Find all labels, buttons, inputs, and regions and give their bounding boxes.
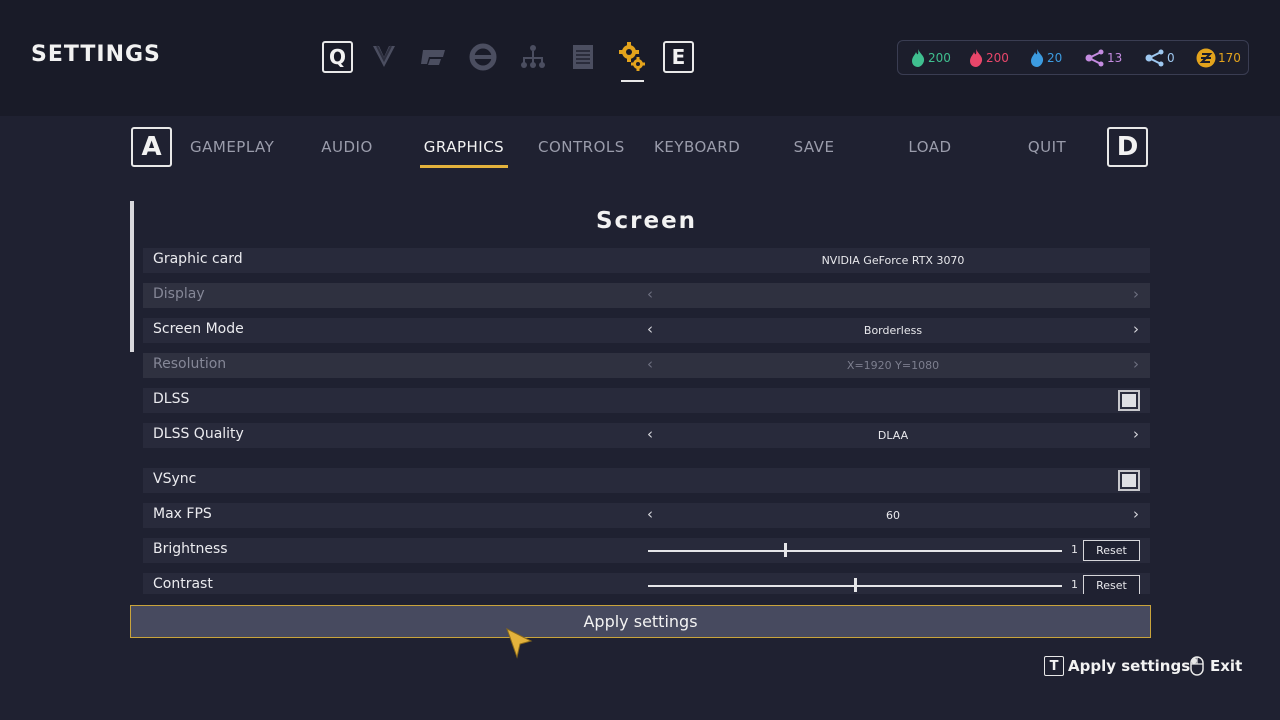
apply-settings-button[interactable]: Apply settings — [130, 605, 1151, 638]
tree-icon[interactable] — [519, 41, 547, 73]
next-tab-key[interactable]: D — [1107, 127, 1148, 167]
exit-hint[interactable]: Exit — [1190, 656, 1242, 676]
resource-purple-share: 13 — [1085, 49, 1122, 67]
active-tab-underline — [420, 165, 508, 168]
setting-label: Contrast — [153, 576, 213, 592]
chevron-right-icon[interactable]: › — [1129, 505, 1143, 523]
setting-value: DLAA — [877, 429, 909, 442]
setting-row-dlss[interactable]: DLSS — [143, 388, 1150, 413]
exit-hint-label: Exit — [1210, 657, 1243, 675]
cursor-icon — [505, 627, 533, 663]
resource-green-flame: 200 — [910, 49, 951, 67]
setting-label: Max FPS — [153, 506, 212, 522]
page-title: SETTINGS — [31, 42, 161, 67]
setting-label: Graphic card — [153, 251, 243, 267]
setting-row-dlss-quality[interactable]: DLSS Quality ‹ DLAA › — [143, 423, 1150, 448]
chevron-left-icon[interactable]: ‹ — [643, 505, 657, 523]
setting-value: 60 — [886, 509, 900, 522]
cube-icon[interactable] — [419, 41, 447, 73]
chevron-right-icon[interactable]: › — [1129, 425, 1143, 443]
slider-value: 1 — [1071, 543, 1078, 556]
prev-tab-key[interactable]: A — [131, 127, 172, 167]
document-icon[interactable] — [569, 41, 597, 73]
setting-row-max-fps[interactable]: Max FPS ‹ 60 › — [143, 503, 1150, 528]
ring-icon[interactable] — [469, 41, 497, 73]
chevron-left-icon: ‹ — [647, 285, 653, 303]
setting-row-contrast[interactable]: Contrast 1 Reset — [143, 573, 1150, 594]
resource-panel: 200 200 20 13 0 170 — [897, 40, 1249, 75]
active-nav-underline — [621, 80, 644, 82]
slider-value: 1 — [1071, 578, 1078, 591]
reset-button[interactable]: Reset — [1083, 540, 1140, 561]
tab-graphics[interactable]: GRAPHICS — [420, 138, 508, 156]
resource-red-flame: 200 — [968, 49, 1009, 67]
setting-value: Borderless — [863, 324, 923, 337]
setting-row-graphic-card: Graphic card NVIDIA GeForce RTX 3070 — [143, 248, 1150, 273]
apply-key: T — [1044, 656, 1064, 676]
setting-value: X=1920 Y=1080 — [846, 359, 940, 372]
setting-row-screen-mode[interactable]: Screen Mode ‹ Borderless › — [143, 318, 1150, 343]
tab-controls[interactable]: CONTROLS — [538, 138, 624, 156]
next-menu-key[interactable]: E — [663, 41, 694, 73]
reset-button[interactable]: Reset — [1083, 575, 1140, 594]
resource-gold-coin: 170 — [1196, 48, 1241, 68]
setting-row-vsync[interactable]: VSync — [143, 468, 1150, 493]
setting-label: Screen Mode — [153, 321, 244, 337]
resource-blue-flame: 20 — [1029, 49, 1062, 67]
tab-keyboard[interactable]: KEYBOARD — [654, 138, 740, 156]
setting-label: DLSS Quality — [153, 426, 244, 442]
brightness-slider-handle[interactable] — [783, 543, 787, 557]
setting-label: Brightness — [153, 541, 228, 557]
tab-gameplay[interactable]: GAMEPLAY — [190, 138, 274, 156]
chevron-right-icon: › — [1133, 285, 1139, 303]
setting-value: NVIDIA GeForce RTX 3070 — [821, 254, 965, 267]
chevron-down-icon[interactable] — [370, 41, 398, 73]
setting-label: Resolution — [153, 356, 227, 372]
resource-blue-share: 0 — [1145, 49, 1175, 67]
setting-row-resolution: Resolution ‹ X=1920 Y=1080 › — [143, 353, 1150, 378]
purple-share-icon — [1085, 49, 1104, 67]
mouse-icon — [1190, 656, 1204, 676]
blue-flame-icon — [1031, 49, 1044, 67]
red-flame-icon — [970, 49, 983, 67]
tab-save[interactable]: SAVE — [788, 138, 840, 156]
setting-row-contrast-clip: Contrast 1 Reset — [143, 573, 1150, 594]
scroll-indicator[interactable] — [130, 201, 134, 352]
setting-label: VSync — [153, 471, 197, 487]
setting-row-brightness[interactable]: Brightness 1 Reset — [143, 538, 1150, 563]
apply-hint[interactable]: T Apply settings — [1044, 656, 1190, 676]
green-flame-icon — [912, 49, 925, 67]
tab-quit[interactable]: QUIT — [1025, 138, 1069, 156]
blue-share-icon — [1145, 49, 1164, 67]
apply-hint-label: Apply settings — [1068, 657, 1191, 675]
contrast-slider-handle[interactable] — [854, 578, 857, 592]
tab-load[interactable]: LOAD — [905, 138, 955, 156]
setting-label: DLSS — [153, 391, 190, 407]
chevron-left-icon: ‹ — [647, 355, 653, 373]
brightness-slider[interactable] — [648, 550, 1062, 552]
gold-coin-icon — [1196, 48, 1216, 68]
section-title: Screen — [595, 208, 698, 234]
prev-menu-key[interactable]: Q — [322, 41, 353, 73]
dlss-checkbox[interactable] — [1118, 390, 1140, 411]
gears-icon[interactable] — [618, 41, 646, 73]
chevron-right-icon: › — [1133, 355, 1139, 373]
tab-audio[interactable]: AUDIO — [318, 138, 376, 156]
setting-label: Display — [153, 286, 205, 302]
chevron-left-icon[interactable]: ‹ — [643, 425, 657, 443]
vsync-checkbox[interactable] — [1118, 470, 1140, 491]
chevron-right-icon[interactable]: › — [1129, 320, 1143, 338]
setting-row-display: Display ‹ › — [143, 283, 1150, 308]
chevron-left-icon[interactable]: ‹ — [643, 320, 657, 338]
